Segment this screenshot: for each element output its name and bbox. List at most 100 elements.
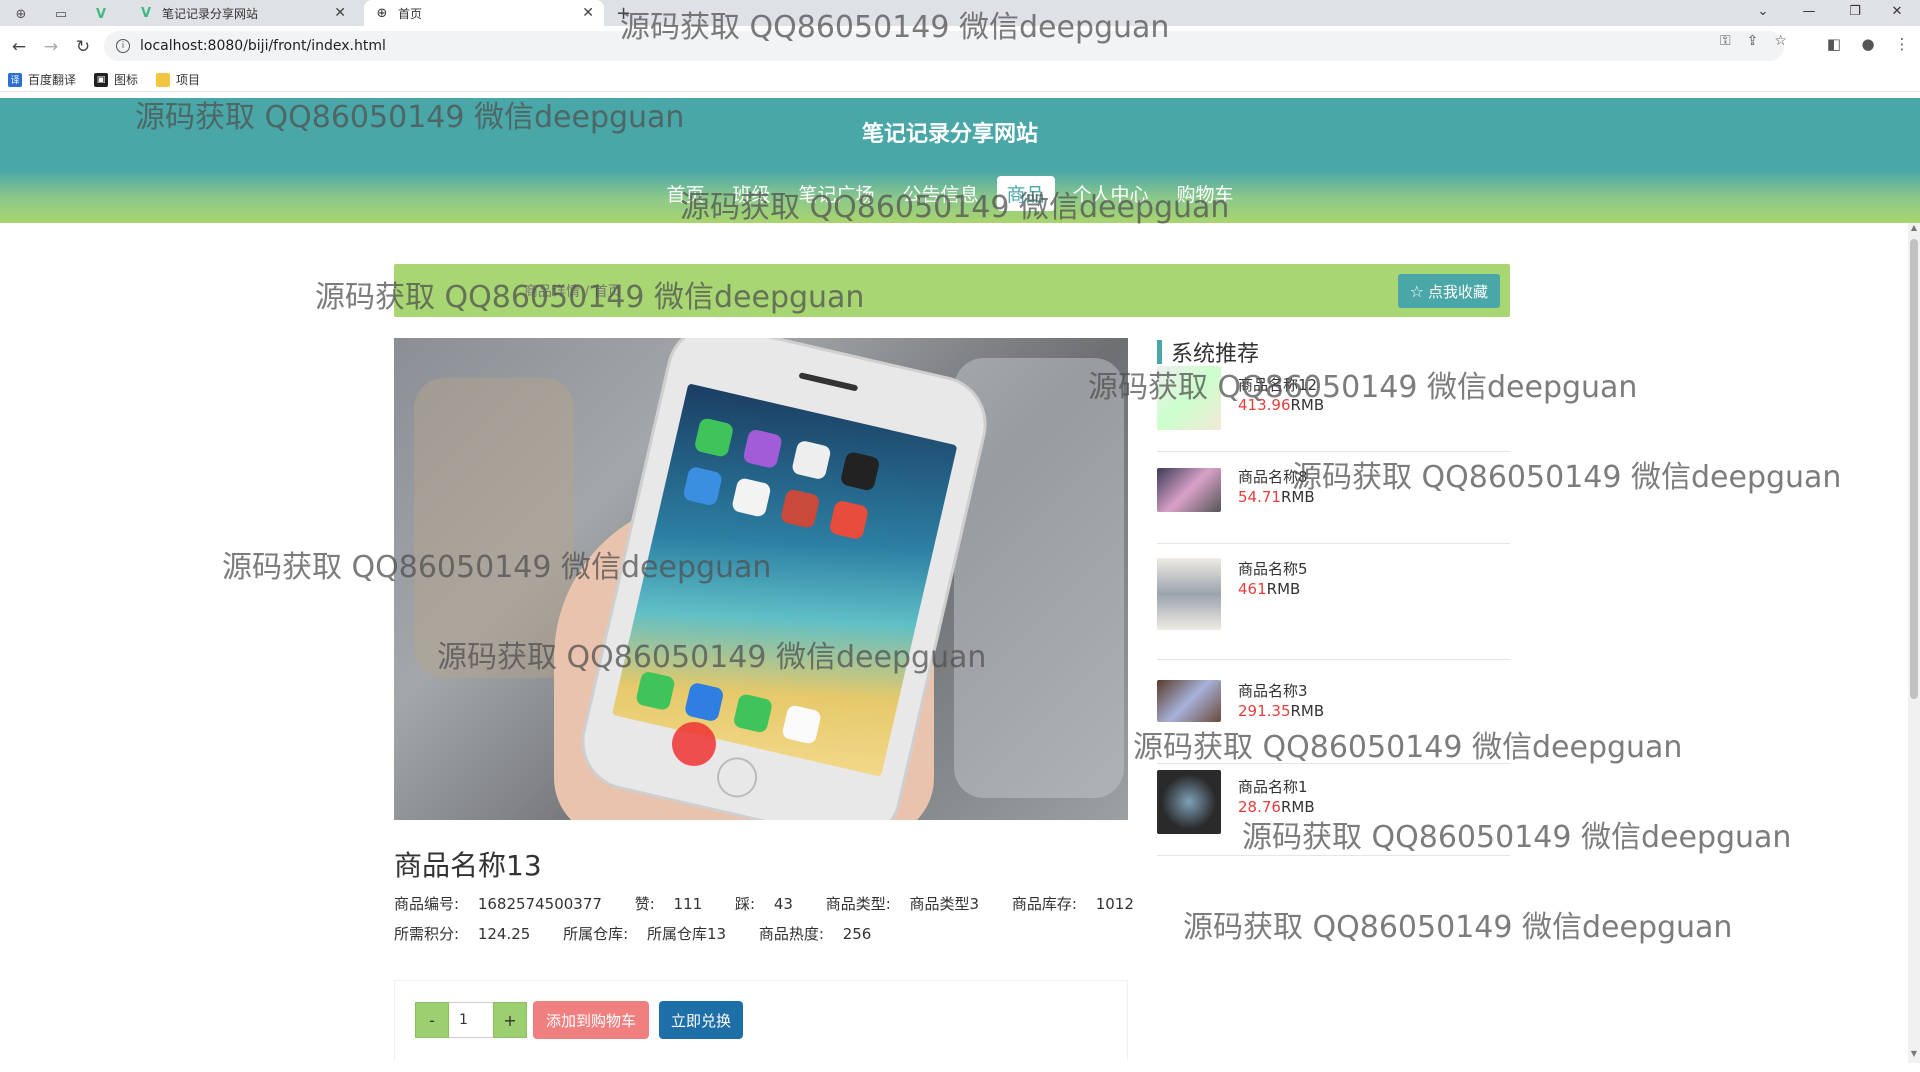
url-field[interactable]: i localhost:8080/biji/front/index.html	[104, 31, 1784, 61]
list-item[interactable]: 商品名称1 28.76RMB	[1157, 764, 1510, 856]
quantity-input[interactable]: 1	[449, 1002, 493, 1038]
product-thumbnail[interactable]	[1157, 468, 1221, 512]
favorite-button[interactable]: ☆ 点我收藏	[1397, 274, 1500, 308]
blank-tab-icon[interactable]: ▭	[48, 3, 74, 25]
reload-icon[interactable]: ↻	[70, 34, 96, 60]
star-icon: ☆	[1409, 281, 1424, 301]
scroll-up-icon[interactable]: ▲	[1908, 223, 1920, 237]
profile-icon[interactable]: ●	[1858, 35, 1878, 53]
list-item[interactable]: 商品名称12 413.96RMB	[1157, 364, 1510, 452]
vue-logo-icon[interactable]: V	[88, 3, 114, 25]
quantity-minus-button[interactable]: -	[415, 1002, 449, 1038]
bookmark-baidu-translate[interactable]: 译 百度翻译	[8, 71, 76, 88]
meta-item: 商品编号: 1682574500377	[394, 895, 602, 913]
chevron-down-icon[interactable]: ⌄	[1740, 0, 1786, 22]
baidu-translate-icon: 译	[8, 72, 22, 87]
main-nav: 首页 班级 笔记广场 公告信息 商品 个人中心 购物车	[0, 176, 1900, 211]
new-tab-button[interactable]: +	[616, 0, 631, 26]
tab-notes-site[interactable]: V 笔记记录分享网站 ✕	[128, 0, 356, 26]
list-item[interactable]: 商品名称5 461RMB	[1157, 544, 1510, 660]
product-thumbnail[interactable]	[1157, 366, 1221, 430]
list-item[interactable]: 商品名称8 54.71RMB	[1157, 452, 1510, 544]
url-text: localhost:8080/biji/front/index.html	[140, 38, 386, 54]
tab-home[interactable]: ⊕ 首页 ✕	[364, 0, 604, 26]
product-meta-row: 商品编号: 1682574500377 赞: 111 踩: 43 商品类型: 商…	[394, 893, 1162, 914]
meta-item: 所需积分: 124.25	[394, 925, 531, 943]
product-title: 商品名称13	[394, 849, 542, 882]
watermark-text: 源码获取 QQ86050149 微信deepguan	[1183, 910, 1733, 945]
meta-item: 商品类型: 商品类型3	[825, 895, 980, 913]
folder-icon	[156, 72, 171, 87]
product-thumbnail[interactable]	[1157, 680, 1221, 722]
add-to-cart-button[interactable]: 添加到购物车	[533, 1001, 649, 1039]
rec-name[interactable]: 商品名称5	[1238, 558, 1308, 579]
nav-cart[interactable]: 购物车	[1167, 176, 1244, 211]
list-item[interactable]: 商品名称3 291.35RMB	[1157, 660, 1510, 764]
tab-title: 首页	[398, 6, 423, 21]
share-icon[interactable]: ⇪	[1747, 33, 1759, 49]
nav-class[interactable]: 班级	[722, 176, 780, 211]
rec-price: 413.96RMB	[1238, 396, 1325, 414]
nav-announcements[interactable]: 公告信息	[892, 176, 988, 211]
bookmark-label: 百度翻译	[28, 73, 77, 87]
product-meta-row: 所需积分: 124.25 所属仓库: 所属仓库13 商品热度: 256	[394, 923, 899, 944]
bookmarks-bar: 译 百度翻译 ▣ 图标 项目	[0, 68, 1920, 92]
meta-item: 赞: 111	[634, 895, 703, 913]
rec-price: 54.71RMB	[1238, 488, 1315, 506]
page-scrollbar[interactable]: ▲ ▼	[1908, 223, 1920, 1063]
scrollbar-thumb[interactable]	[1910, 239, 1918, 699]
key-icon[interactable]: ⚿	[1720, 33, 1731, 49]
recommend-sidebar: 系统推荐 商品名称12 413.96RMB 商品名称8 54.71RMB 商品名…	[1157, 334, 1510, 856]
nav-profile[interactable]: 个人中心	[1063, 176, 1159, 211]
rec-price: 291.35RMB	[1238, 702, 1325, 720]
bookmark-project[interactable]: 项目	[156, 71, 200, 88]
address-bar-row: ← → ↻ i localhost:8080/biji/front/index.…	[0, 26, 1920, 68]
image-icon: ▣	[94, 72, 109, 87]
meta-item: 商品库存: 1012	[1011, 895, 1134, 913]
product-image	[394, 338, 1128, 820]
meta-item: 所属仓库: 所属仓库13	[563, 925, 727, 943]
menu-kebab-icon[interactable]: ⋮	[1892, 35, 1912, 53]
bookmark-icons[interactable]: ▣ 图标	[94, 71, 138, 88]
site-title: 笔记记录分享网站	[861, 122, 1038, 147]
rec-name[interactable]: 商品名称8	[1238, 466, 1308, 487]
rec-name[interactable]: 商品名称12	[1238, 374, 1317, 395]
breadcrumb: 商品详情 / 首页 ☆ 点我收藏	[394, 264, 1510, 317]
rec-price: 28.76RMB	[1238, 798, 1315, 816]
globe-icon[interactable]: ⊕	[8, 3, 34, 25]
info-icon[interactable]: i	[116, 39, 130, 53]
back-arrow-icon[interactable]: ←	[6, 34, 32, 60]
forward-arrow-icon[interactable]: →	[38, 34, 64, 60]
restore-icon[interactable]: ❐	[1832, 0, 1878, 22]
globe-icon: ⊕	[376, 5, 388, 21]
nav-products[interactable]: 商品	[996, 176, 1055, 211]
scroll-down-icon[interactable]: ▼	[1908, 1049, 1920, 1063]
rec-name[interactable]: 商品名称3	[1238, 680, 1308, 701]
rec-price: 461RMB	[1238, 580, 1301, 598]
product-thumbnail[interactable]	[1157, 770, 1221, 834]
close-icon[interactable]: ✕	[582, 5, 594, 21]
sidebar-icon[interactable]: ◧	[1824, 35, 1844, 53]
bookmark-label: 图标	[114, 73, 139, 87]
browser-tab-bar: ⊕ ▭ V V 笔记记录分享网站 ✕ ⊕ 首页 ✕ + ⌄ — ❐ ✕	[0, 0, 1920, 26]
meta-item: 踩: 43	[734, 895, 793, 913]
cart-panel: - 1 + 添加到购物车 立即兑换	[394, 980, 1128, 1060]
breadcrumb-text: 商品详情 / 首页	[524, 283, 622, 300]
nav-notes-square[interactable]: 笔记广场	[788, 176, 884, 211]
vue-logo-icon: V	[140, 5, 152, 21]
url-actions: ⚿ ⇪ ☆	[1720, 33, 1787, 49]
browser-toolbar-right: ◧ ● ⋮	[1824, 35, 1912, 53]
quantity-plus-button[interactable]: +	[493, 1002, 527, 1038]
product-thumbnail[interactable]	[1157, 558, 1221, 630]
close-window-icon[interactable]: ✕	[1874, 0, 1920, 22]
favorite-label: 点我收藏	[1427, 282, 1488, 301]
buy-now-button[interactable]: 立即兑换	[659, 1001, 743, 1039]
bookmark-label: 项目	[176, 73, 201, 87]
meta-item: 商品热度: 256	[758, 925, 872, 943]
tab-title: 笔记记录分享网站	[162, 6, 259, 21]
nav-home[interactable]: 首页	[656, 176, 714, 211]
star-icon[interactable]: ☆	[1774, 33, 1787, 49]
close-icon[interactable]: ✕	[334, 5, 346, 21]
minimize-icon[interactable]: —	[1786, 0, 1832, 22]
rec-name[interactable]: 商品名称1	[1238, 776, 1308, 797]
